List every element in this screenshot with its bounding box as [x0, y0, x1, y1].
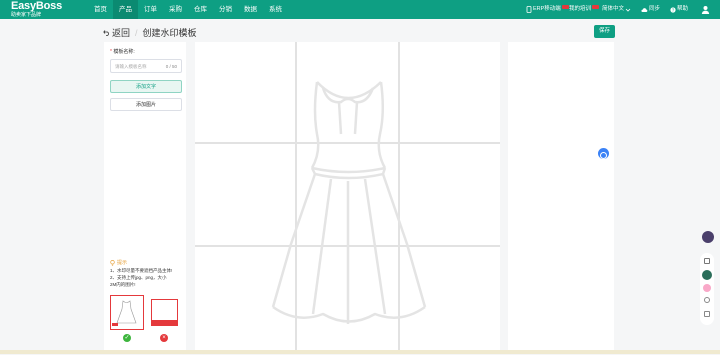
user-icon [701, 6, 710, 14]
bulb-icon [110, 259, 115, 266]
tip-line-2: 2、支持上传jpg、png，大小 [110, 275, 167, 280]
template-name-placeholder: 请输入模板名称 [115, 64, 147, 69]
tip-line-3: 2M内的图片! [110, 282, 136, 287]
chat-bubble-glyph [600, 152, 607, 159]
robot-assistant-icon[interactable] [702, 231, 714, 243]
sync-button[interactable]: 同步 [641, 0, 660, 19]
dress-thumbnail-icon [112, 300, 137, 326]
language-select[interactable]: 简体中文 [602, 0, 631, 19]
logo-slogan: 助卖家下品牌 [11, 12, 42, 18]
erp-mobile-label: ERP移动端 [533, 6, 561, 12]
template-name-label-text: 模板名称: [113, 49, 135, 55]
logo[interactable]: EasyBoss 助卖家下品牌 [11, 0, 62, 19]
bad-example-overlay [152, 320, 177, 325]
bottom-status-strip [0, 350, 720, 354]
bad-example-image [151, 299, 178, 326]
main-nav: 首页 产品 订单 采购 仓库 分销 数据 系统 [88, 0, 288, 19]
back-link[interactable]: 返回 [103, 26, 130, 39]
avatar[interactable] [702, 270, 712, 280]
new-badge [561, 4, 569, 9]
refresh-icon[interactable] [704, 297, 710, 303]
assistant-bubble-icon[interactable] [598, 148, 609, 159]
nav-orders[interactable]: 订单 [138, 0, 163, 19]
mobile-icon [526, 6, 532, 13]
nav-data[interactable]: 数据 [238, 0, 263, 19]
tip-heading: 提示 [110, 259, 127, 266]
canvas-preview [195, 42, 500, 350]
char-counter: 0 / 50 [165, 64, 177, 69]
watermark-canvas[interactable] [195, 42, 500, 350]
tip-title: 提示 [117, 260, 128, 266]
check-icon: ✓ [123, 334, 131, 342]
help-label: 帮助 [677, 6, 689, 12]
sync-label: 同步 [649, 6, 661, 12]
logo-name: EasyBoss [11, 0, 62, 12]
back-arrow-icon [103, 30, 109, 36]
properties-panel [508, 42, 614, 350]
template-name-label: * 模板名称: [110, 48, 135, 55]
nav-warehouse[interactable]: 仓库 [188, 0, 213, 19]
sticker-icon[interactable] [703, 284, 711, 292]
nav-distribution[interactable]: 分销 [213, 0, 238, 19]
required-mark: * [110, 49, 112, 55]
window-icon[interactable] [704, 311, 710, 317]
back-label: 返回 [112, 28, 131, 38]
help-button[interactable]: ? 帮助 [670, 0, 688, 19]
cloud-icon [641, 7, 648, 12]
template-name-input[interactable]: 请输入模板名称 0 / 50 [110, 59, 182, 73]
title-divider: / [135, 27, 138, 38]
side-toolbar [700, 253, 714, 325]
nav-products[interactable]: 产品 [113, 0, 138, 19]
training-link[interactable]: 我的培训 [569, 0, 600, 19]
page-header: 返回 / 创建水印模板 [103, 26, 197, 39]
template-form-panel: * 模板名称: 请输入模板名称 0 / 50 添加文字 添加图片 提示 1、水印… [104, 42, 186, 350]
save-button[interactable]: 保存 [594, 25, 615, 38]
new-badge [592, 4, 600, 9]
add-image-button[interactable]: 添加图片 [110, 98, 182, 111]
add-text-button[interactable]: 添加文字 [110, 80, 182, 93]
tip-line-1: 1、水印尽量不要遮挡产品主体! [110, 268, 173, 273]
chevron-down-icon [625, 8, 631, 12]
erp-mobile-link[interactable]: ERP移动端 [526, 0, 569, 19]
nav-home[interactable]: 首页 [88, 0, 113, 19]
language-label: 简体中文 [602, 6, 625, 12]
help-icon: ? [670, 6, 676, 13]
page-title: 创建水印模板 [142, 28, 197, 38]
good-example-image [110, 295, 144, 330]
cross-icon: × [160, 334, 168, 342]
nav-purchase[interactable]: 采购 [163, 0, 188, 19]
top-navbar: EasyBoss 助卖家下品牌 首页 产品 订单 采购 仓库 分销 数据 系统 … [0, 0, 720, 19]
document-icon[interactable] [704, 258, 710, 264]
user-avatar[interactable] [701, 0, 710, 19]
nav-system[interactable]: 系统 [263, 0, 288, 19]
training-label: 我的培训 [569, 6, 592, 12]
